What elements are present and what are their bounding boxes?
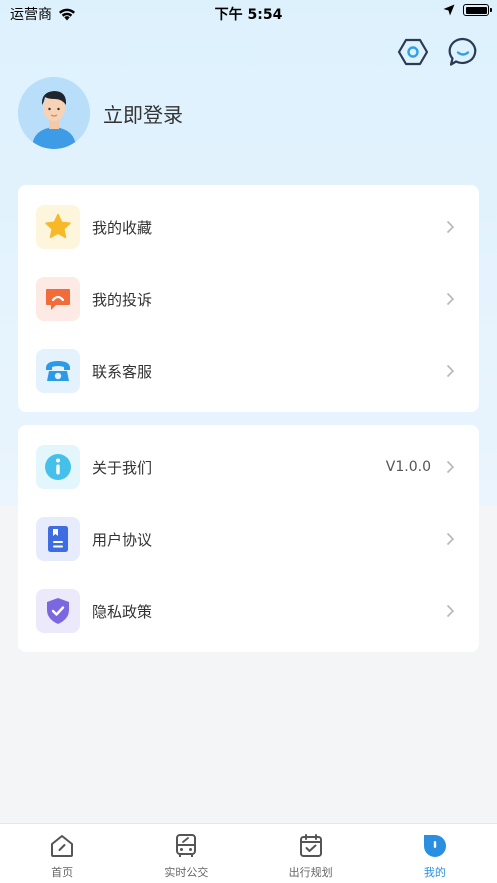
menu-label: 我的投诉 xyxy=(92,290,153,309)
chevron-right-icon xyxy=(443,364,457,378)
avatar xyxy=(18,77,90,149)
complaints-icon-box xyxy=(36,277,80,321)
document-icon xyxy=(48,526,68,552)
menu-item-customer-service[interactable]: 联系客服 xyxy=(18,335,479,407)
tab-label: 我的 xyxy=(423,866,446,879)
star-icon xyxy=(45,213,71,239)
header-actions xyxy=(397,36,479,68)
profile-login[interactable]: 立即登录 xyxy=(18,77,183,149)
chevron-right-icon xyxy=(443,604,457,618)
chevron-right-icon xyxy=(443,460,457,474)
bus-icon xyxy=(172,832,200,860)
menu-label: 关于我们 xyxy=(92,458,153,477)
menu-card-secondary: 关于我们 V1.0.0 用户协议 隐私政策 xyxy=(18,425,479,652)
telephone-icon xyxy=(46,361,70,381)
menu-card-primary: 我的收藏 我的投诉 联系客服 xyxy=(18,185,479,412)
message-button[interactable] xyxy=(447,36,479,68)
menu-label: 联系客服 xyxy=(92,362,153,381)
menu-item-about[interactable]: 关于我们 V1.0.0 xyxy=(18,431,479,503)
profile-tab-icon xyxy=(421,832,449,860)
privacy-icon-box xyxy=(36,589,80,633)
tab-label: 出行规划 xyxy=(288,866,333,879)
chevron-right-icon xyxy=(443,532,457,546)
default-avatar-icon xyxy=(18,77,90,149)
tab-home[interactable]: 首页 xyxy=(0,824,124,883)
customer-service-icon-box xyxy=(36,349,80,393)
chevron-right-icon xyxy=(443,292,457,306)
login-link[interactable]: 立即登录 xyxy=(103,99,183,128)
tab-realtime-bus[interactable]: 实时公交 xyxy=(124,824,248,883)
tab-label: 首页 xyxy=(51,866,74,879)
menu-label: 隐私政策 xyxy=(92,602,153,621)
settings-button[interactable] xyxy=(397,36,429,68)
menu-item-user-agreement[interactable]: 用户协议 xyxy=(18,503,479,575)
status-right xyxy=(443,4,492,16)
menu-item-favorites[interactable]: 我的收藏 xyxy=(18,191,479,263)
agreement-icon-box xyxy=(36,517,80,561)
home-icon xyxy=(48,832,76,860)
tab-mine[interactable]: 我的 xyxy=(373,824,497,883)
info-icon xyxy=(45,454,71,480)
menu-label: 我的收藏 xyxy=(92,218,153,237)
battery-icon xyxy=(463,4,492,16)
bottom-tab-bar: 首页 实时公交 出行规划 我的 xyxy=(0,823,497,883)
complaint-icon xyxy=(46,289,70,310)
favorites-icon-box xyxy=(36,205,80,249)
tab-trip-planning[interactable]: 出行规划 xyxy=(249,824,373,883)
hexagon-settings-icon xyxy=(398,38,428,66)
chat-bubble-icon xyxy=(448,37,477,66)
menu-item-complaints[interactable]: 我的投诉 xyxy=(18,263,479,335)
tab-label: 实时公交 xyxy=(164,866,209,879)
menu-label: 用户协议 xyxy=(92,530,153,549)
version-text: V1.0.0 xyxy=(385,459,431,475)
menu-item-privacy-policy[interactable]: 隐私政策 xyxy=(18,575,479,647)
status-bar: 运营商 下午 5:54 xyxy=(0,0,497,26)
status-time: 下午 5:54 xyxy=(214,7,283,23)
calendar-check-icon xyxy=(297,832,325,860)
location-arrow-icon xyxy=(443,4,455,16)
chevron-right-icon xyxy=(443,220,457,234)
shield-check-icon xyxy=(47,598,69,624)
about-icon-box xyxy=(36,445,80,489)
